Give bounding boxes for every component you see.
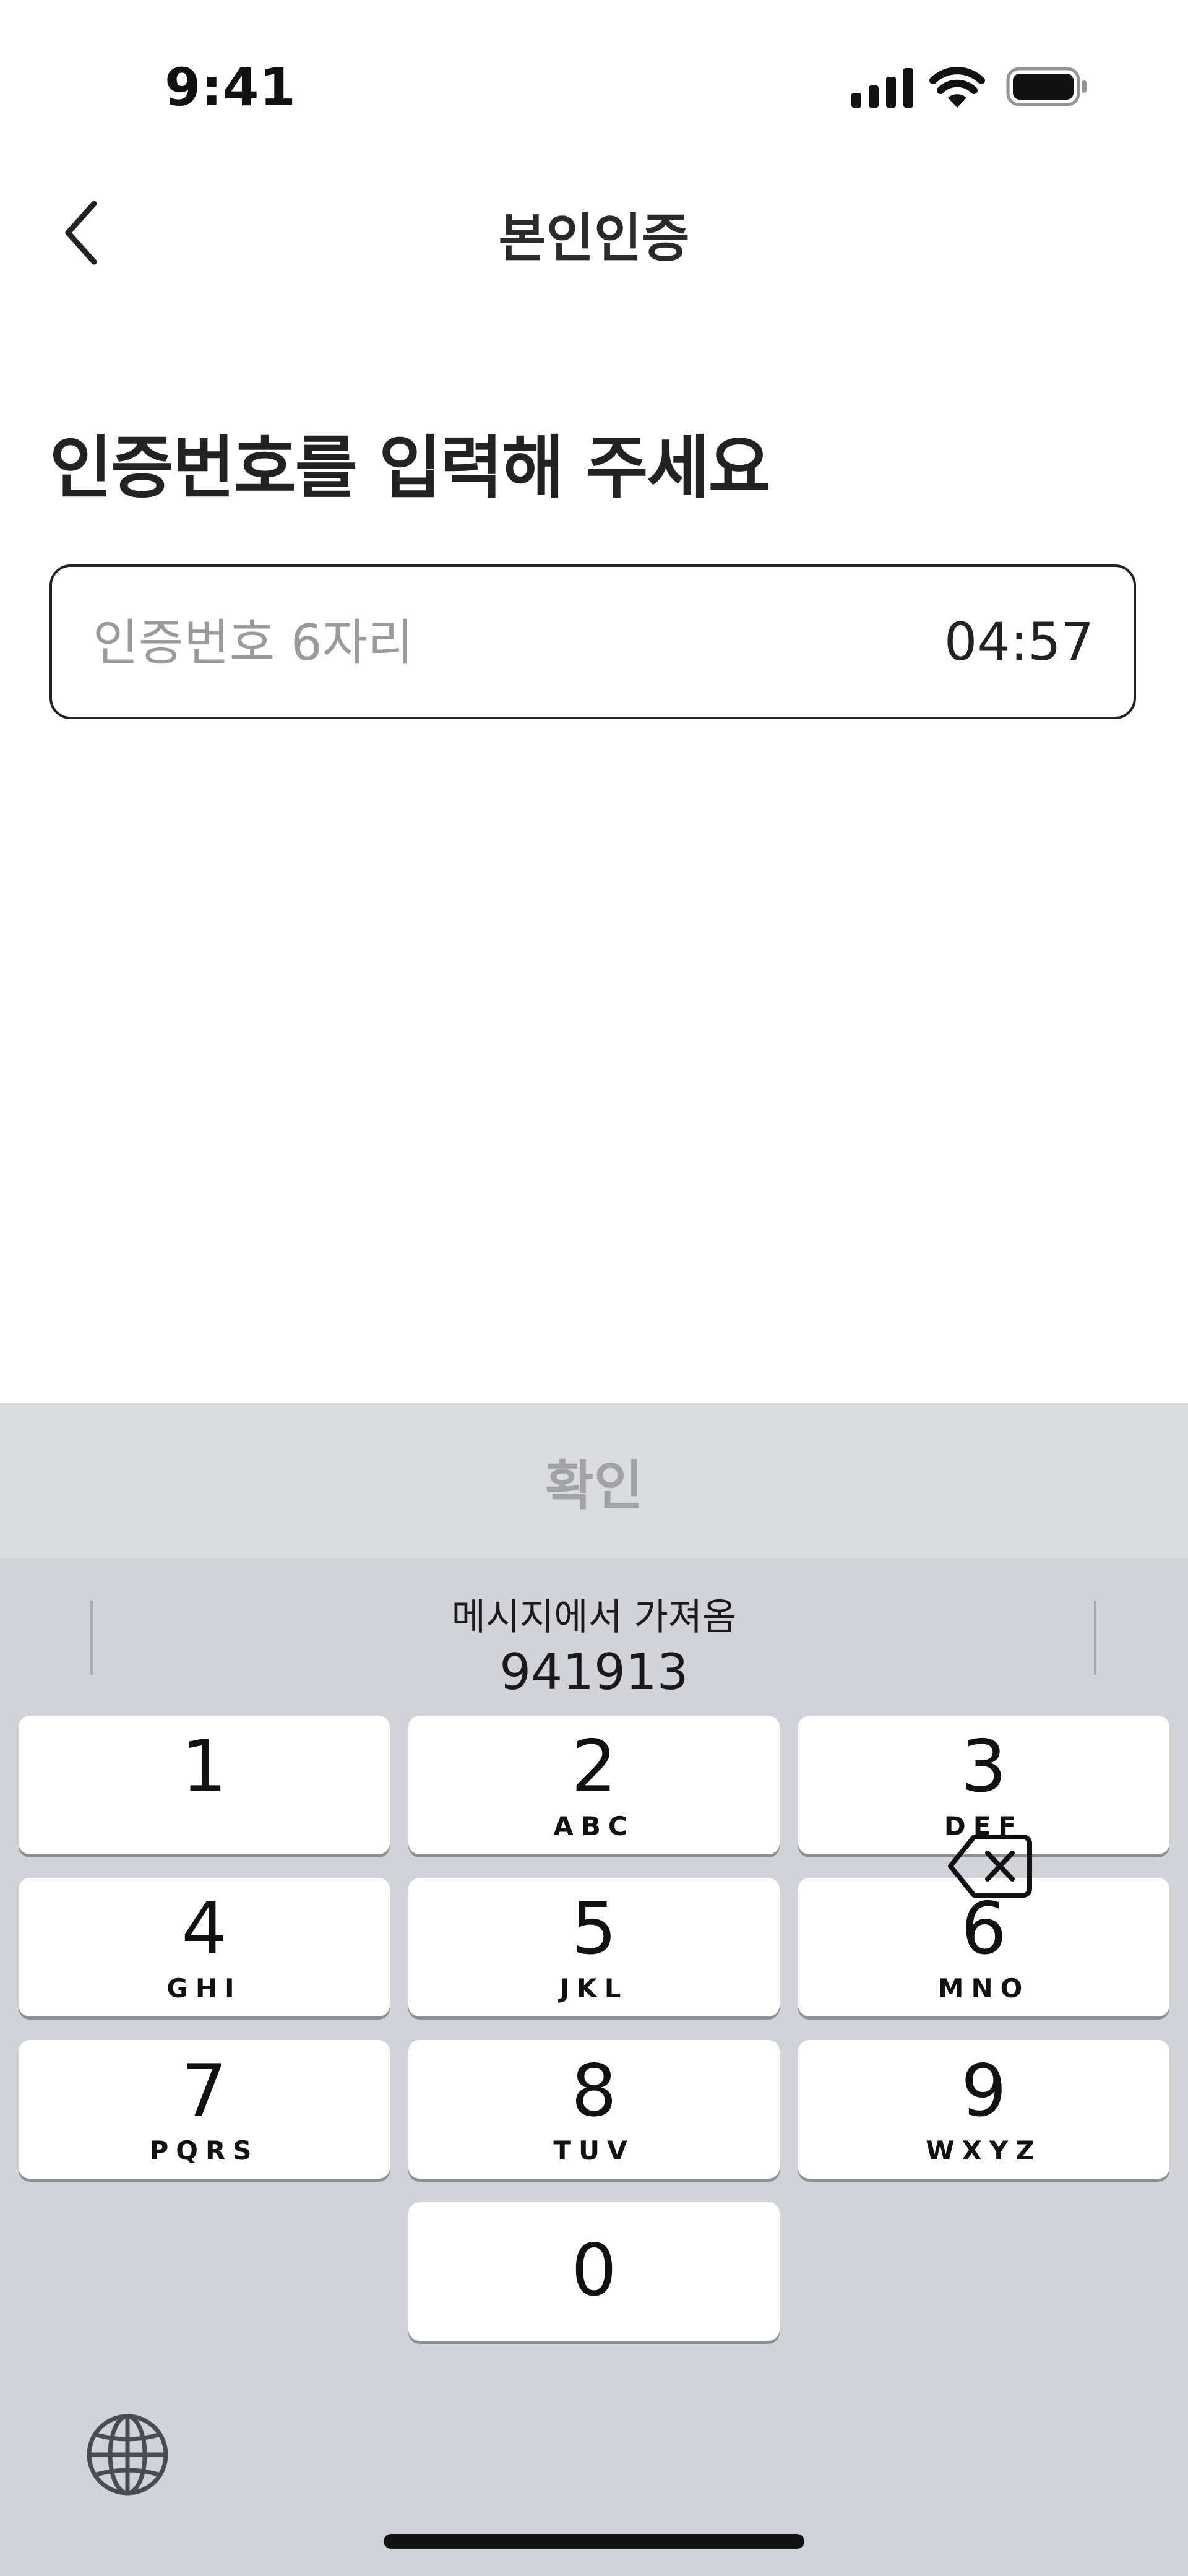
headline: 인증번호를 입력해 주세요 [50, 428, 771, 508]
key-5[interactable]: 5 JKL [408, 1878, 780, 2016]
key-9[interactable]: 9 WXYZ [798, 2040, 1169, 2179]
suggestion-label: 메시지에서 가져옴 [451, 1596, 737, 1639]
suggestion-code: 941913 [499, 1643, 689, 1701]
verification-code-field[interactable]: 04:57 [50, 564, 1136, 719]
key-4[interactable]: 4 GHI [19, 1878, 390, 2016]
key-2[interactable]: 2 ABC [408, 1716, 780, 1854]
globe-key[interactable] [84, 2411, 171, 2498]
home-indicator [384, 2534, 804, 2549]
backspace-icon [948, 1835, 1032, 1898]
page-title: 본인인증 [498, 208, 690, 269]
wifi-icon [929, 64, 985, 109]
cellular-signal-icon [851, 68, 913, 108]
globe-icon [87, 2414, 168, 2496]
countdown-timer: 04:57 [944, 612, 1094, 672]
key-7[interactable]: 7 PQRS [19, 2040, 390, 2179]
key-1[interactable]: 1 [19, 1716, 390, 1854]
status-time: 9:41 [165, 57, 296, 118]
confirm-button[interactable]: 확인 [0, 1403, 1188, 1558]
key-8[interactable]: 8 TUV [408, 2040, 780, 2179]
autofill-suggestion[interactable]: 메시지에서 가져옴 941913 [0, 1587, 1188, 1701]
battery-icon [1006, 67, 1088, 106]
verification-code-input[interactable] [92, 567, 837, 718]
key-0[interactable]: 0 [408, 2202, 780, 2341]
delete-key[interactable] [947, 1832, 1033, 1900]
